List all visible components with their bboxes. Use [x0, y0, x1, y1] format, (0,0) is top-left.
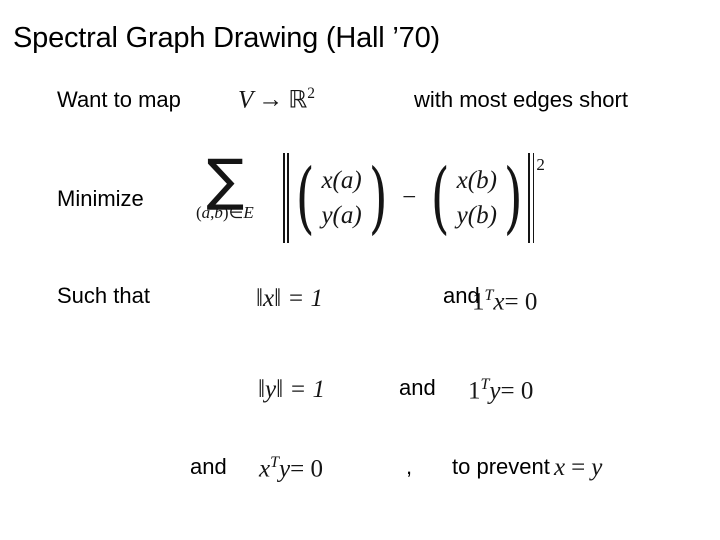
variable-y-3: y: [279, 455, 291, 483]
summation-subscript: (a,b)∈E: [196, 203, 254, 223]
map-domain: V: [238, 86, 254, 114]
minimize-label: Minimize: [57, 186, 144, 211]
paren-open-icon: (: [431, 152, 450, 243]
relation-equals-zero-1: = 0: [504, 288, 538, 316]
such-that-label: Such that: [57, 283, 150, 308]
vector-a-entries: x(a) y(a): [320, 163, 362, 234]
norm-exponent: 2: [536, 155, 545, 174]
connector-and-2: and: [399, 375, 436, 400]
variable-x-1: x: [493, 288, 505, 316]
comma-separator: ,: [406, 454, 413, 479]
constraint-ones-transpose-x: 1Tx= 0: [472, 288, 538, 316]
variable-y-2: y: [489, 377, 501, 405]
constraint-norm-x: ‖x‖ = 1: [256, 285, 324, 312]
norm-bar-left-icon: [283, 153, 290, 243]
constraint-ones-transpose-y: 1Ty= 0: [468, 377, 534, 405]
summation-operator: ∑ (a,b)∈E: [196, 148, 254, 223]
degenerate-right: y: [591, 454, 603, 481]
paren-open-icon: (: [295, 152, 315, 243]
transpose-exponent-3: T: [270, 454, 280, 471]
degenerate-relation: =: [571, 454, 586, 481]
vector-a-row1: x(a): [321, 166, 362, 194]
right-arrow-icon: →: [258, 86, 284, 114]
map-codomain: ℝ: [288, 85, 308, 114]
map-signature-formula: V → ℝ2: [238, 85, 316, 114]
paren-close-icon: ): [503, 152, 523, 243]
want-to-map-label: Want to map: [57, 87, 181, 112]
subscript-a: a: [201, 202, 211, 222]
connector-and-1: and: [443, 283, 480, 308]
degenerate-left: x: [554, 454, 566, 481]
constraint-norm-y: ‖y‖ = 1: [258, 376, 326, 403]
ones-vector-2: 1: [468, 377, 481, 405]
column-vector-a: ( x(a) y(a) ): [290, 152, 393, 243]
column-vector-b: ( x(b) y(b) ): [425, 152, 528, 243]
minus-operator: −: [402, 184, 417, 211]
squared-norm-expression: ( x(a) y(a) ) − ( x(b) y(b) ) 2: [283, 152, 545, 244]
variable-x-3: x: [259, 455, 271, 483]
page-title: Spectral Graph Drawing (Hall ’70): [13, 22, 440, 54]
subscript-b: b: [214, 202, 223, 222]
subscript-edge-set: E: [243, 202, 254, 222]
connector-and-3: and: [190, 454, 227, 479]
paren-close-icon: ): [368, 152, 388, 243]
vector-b-entries: x(b) y(b): [456, 163, 498, 234]
with-most-edges-short-label: with most edges short: [414, 87, 628, 112]
vector-b-row1: x(b): [456, 166, 497, 194]
norm-bar-right-icon: [528, 153, 535, 243]
sigma-icon: ∑: [206, 148, 245, 213]
slide-canvas: Spectral Graph Drawing (Hall ’70) Want t…: [0, 0, 720, 540]
to-prevent-label: to prevent: [452, 454, 550, 479]
vector-a-row2: y(a): [321, 202, 362, 229]
map-codomain-exponent: 2: [307, 85, 316, 102]
constraint-x-transpose-y: xTy= 0: [259, 454, 323, 483]
relation-equals-zero-3: = 0: [290, 455, 323, 483]
degenerate-case-x-equals-y: x = y: [554, 455, 602, 480]
vector-b-row2: y(b): [456, 202, 497, 229]
relation-equals-zero-2: = 0: [500, 377, 534, 405]
element-of-icon: ∈: [228, 202, 244, 222]
